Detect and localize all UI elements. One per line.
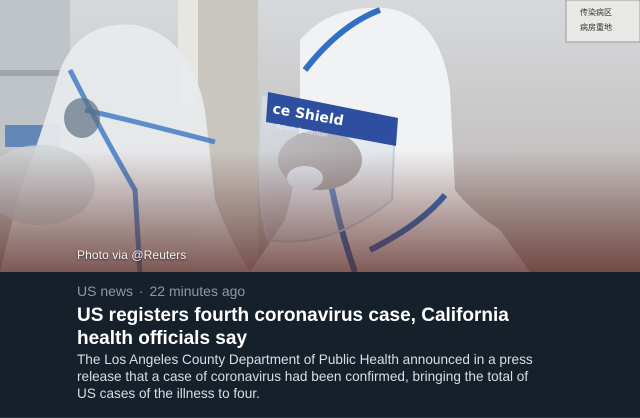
news-card[interactable]: 传染病区 病房重地 ce Shield Splash Protection Ph…: [0, 0, 640, 418]
article-meta: US news · 22 minutes ago: [77, 283, 245, 299]
article-category[interactable]: US news: [77, 283, 133, 299]
news-photo[interactable]: 传染病区 病房重地 ce Shield Splash Protection Ph…: [0, 0, 640, 272]
wall-sign-line-1: 传染病区: [580, 7, 612, 17]
photo-credit: Photo via @Reuters: [77, 248, 187, 262]
article-timestamp: 22 minutes ago: [149, 283, 246, 299]
health-workers-illustration: 传染病区 病房重地 ce Shield Splash Protection: [0, 0, 640, 272]
article-headline[interactable]: US registers fourth coronavirus case, Ca…: [77, 304, 547, 350]
wall-sign-line-2: 病房重地: [580, 22, 612, 32]
meta-separator: ·: [138, 283, 144, 299]
article-summary: The Los Angeles County Department of Pub…: [77, 352, 533, 401]
